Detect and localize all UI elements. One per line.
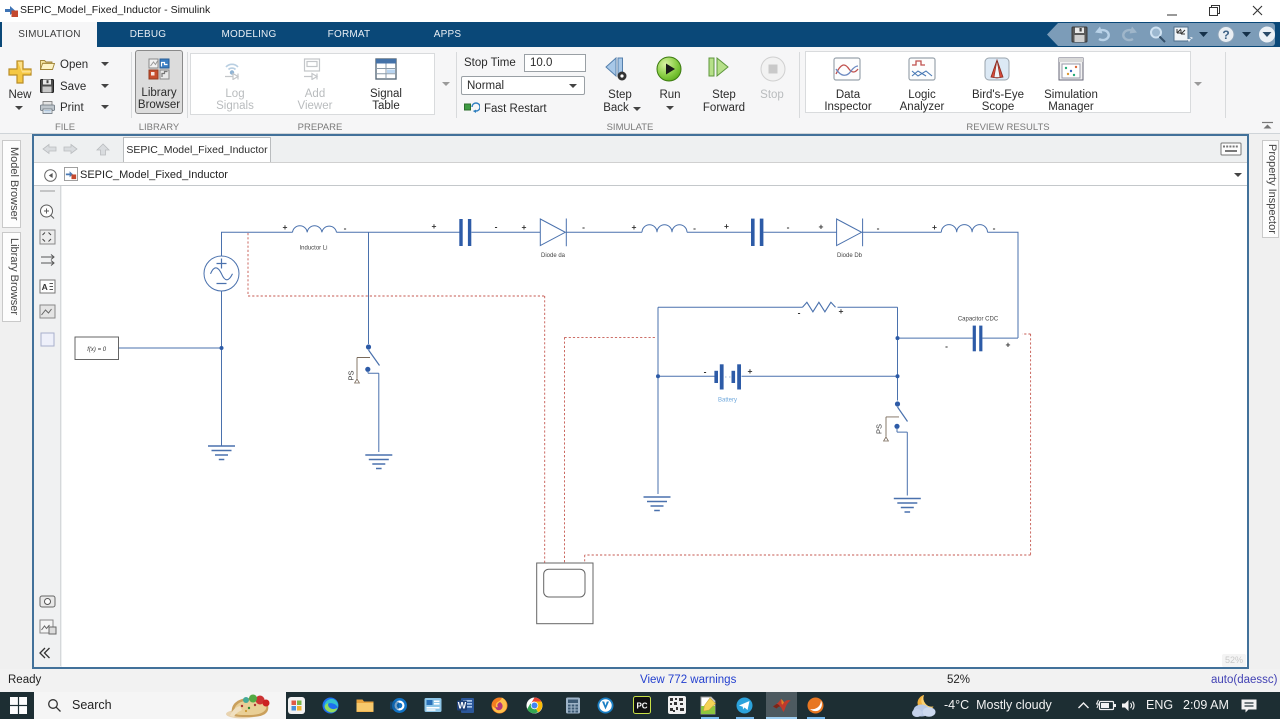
svg-text:Inductor Li: Inductor Li xyxy=(299,246,327,252)
svg-text:A: A xyxy=(42,282,48,292)
svg-text:-: - xyxy=(787,222,790,232)
svg-text:+: + xyxy=(819,222,824,232)
svg-text:PS: PS xyxy=(875,424,884,434)
svg-text:Diode Db: Diode Db xyxy=(837,253,863,259)
svg-text:+: + xyxy=(522,222,527,232)
svg-text:+: + xyxy=(283,222,288,232)
svg-text:+: + xyxy=(432,221,437,231)
svg-text:Diode da: Diode da xyxy=(541,253,566,259)
svg-text:+: + xyxy=(1006,340,1011,350)
svg-text:-: - xyxy=(693,223,696,233)
svg-text:+: + xyxy=(839,306,844,316)
svg-text:-: - xyxy=(798,308,801,318)
svg-text:W: W xyxy=(458,701,467,711)
svg-text:-: - xyxy=(582,222,585,232)
svg-text:-: - xyxy=(945,341,948,351)
svg-text:+: + xyxy=(748,366,753,376)
svg-text:f(x) = 0: f(x) = 0 xyxy=(87,347,107,353)
svg-text:-: - xyxy=(704,367,707,377)
svg-text:?: ? xyxy=(1222,28,1229,42)
svg-text:-: - xyxy=(495,222,498,232)
svg-text:-: - xyxy=(344,223,347,233)
svg-text:-: - xyxy=(993,223,996,233)
svg-text:PC: PC xyxy=(636,702,647,711)
svg-text:+: + xyxy=(724,221,729,231)
svg-text:PS: PS xyxy=(347,370,356,380)
svg-text:Capacitor CDC: Capacitor CDC xyxy=(958,317,999,323)
svg-text:Battery: Battery xyxy=(718,398,737,404)
svg-text:+: + xyxy=(632,222,637,232)
svg-text:+: + xyxy=(932,222,937,232)
svg-text:-: - xyxy=(877,223,880,233)
